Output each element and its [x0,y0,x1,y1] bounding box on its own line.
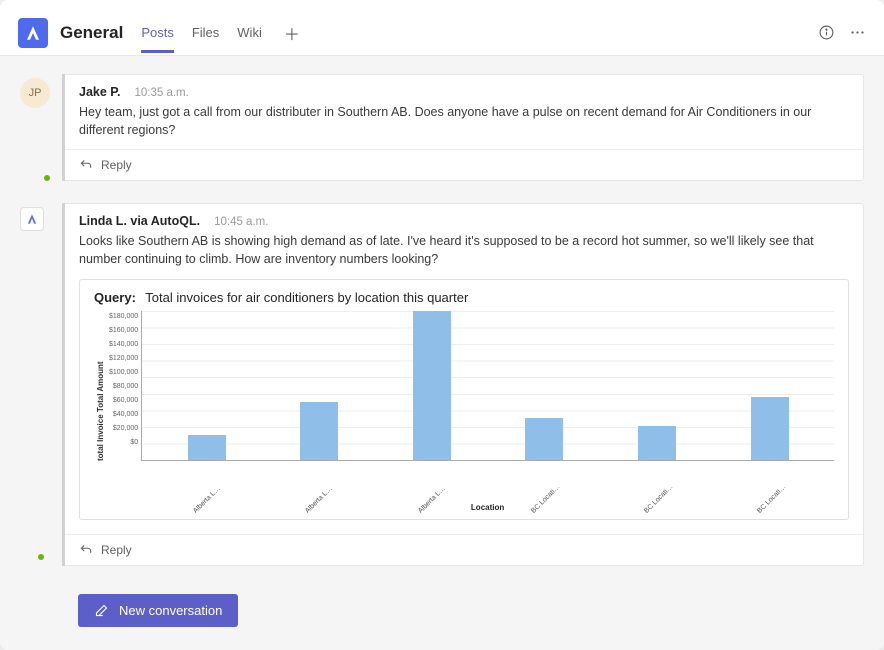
message-author: Jake P. [79,85,120,99]
message-card: Jake P. 10:35 a.m. Hey team, just got a … [65,74,864,181]
reply-icon [79,158,93,172]
reply-label: Reply [101,158,132,172]
chart-y-tick: $80,000 [109,383,138,390]
reply-button[interactable]: Reply [65,149,863,180]
app-logo-icon [24,24,42,42]
message-feed: JP Jake P. 10:35 a.m. Hey team, just got… [0,56,884,650]
chart-y-tick: $180,000 [109,313,138,320]
chart-y-ticks: $180,000 $160,000 $140,000 $120,000 $100,000… [107,311,141,471]
more-icon[interactable] [849,24,866,41]
chart-x-axis-title: Location [141,503,834,512]
reply-button[interactable]: Reply [65,534,863,565]
tab-posts[interactable]: Posts [141,13,174,53]
message-author: Linda L. via AutoQL. [79,214,200,228]
new-conversation-row: New conversation [20,588,864,633]
chart-x-tick: Alberta Locations Ca... [192,483,240,531]
message-time: 10:45 a.m. [214,216,268,228]
bot-avatar [20,207,44,231]
chart-y-tick: $40,000 [109,411,138,418]
avatar: JP [20,78,50,108]
chart-x-ticks: Alberta Locations Ca...Alberta Locations… [141,465,834,495]
message-card: Linda L. via AutoQL. 10:45 a.m. Looks li… [65,203,864,565]
chart-x-tick: BC Locations North B... [643,483,691,531]
chart-y-tick: $20,000 [109,425,138,432]
chart-bar [300,402,338,460]
chart-y-tick: $120,000 [109,355,138,362]
message-text: Looks like Southern AB is showing high d… [79,232,849,268]
compose-icon [94,603,109,618]
chart-plot [141,311,834,461]
chart-y-tick: $160,000 [109,327,138,334]
add-tab-button[interactable]: ＋ [280,13,304,53]
chart-bar [525,418,563,459]
chart-bar [413,311,451,460]
chart-bar [638,426,676,459]
header-actions [818,24,866,41]
chart-card: Query: Total invoices for air conditione… [79,279,849,520]
message-body: Linda L. via AutoQL. 10:45 a.m. Looks li… [65,204,863,533]
chart-plot-wrap: Alberta Locations Ca...Alberta Locations… [141,311,834,511]
chart-query-label: Query: [94,290,136,305]
chart-bars [142,311,834,460]
tab-files[interactable]: Files [192,13,219,53]
channel-name: General [60,23,123,43]
chart-query-row: Query: Total invoices for air conditione… [94,290,834,305]
chart-y-tick: $100,000 [109,369,138,376]
chart-x-tick: BC Locations Central... [530,483,578,531]
channel-header: General Posts Files Wiki ＋ [0,0,884,56]
chart-area: total Invoice Total Amount $180,000 $160,… [94,311,834,511]
reply-icon [79,543,93,557]
tab-wiki[interactable]: Wiki [237,13,262,53]
message-thread: Linda L. via AutoQL. 10:45 a.m. Looks li… [20,203,864,565]
bot-logo-icon [25,212,39,226]
chart-y-axis-title: total Invoice Total Amount [94,311,107,511]
message-text: Hey team, just got a call from our distr… [79,103,849,139]
message-time: 10:35 a.m. [134,87,188,99]
presence-indicator-icon [42,173,52,183]
presence-indicator-icon [36,552,46,562]
chart-y-tick: $140,000 [109,341,138,348]
new-conversation-button[interactable]: New conversation [78,594,238,627]
message-thread: JP Jake P. 10:35 a.m. Hey team, just got… [20,74,864,181]
message-column: Linda L. via AutoQL. 10:45 a.m. Looks li… [62,203,864,565]
message-body: Jake P. 10:35 a.m. Hey team, just got a … [65,75,863,149]
chart-y-tick: $0 [109,439,138,446]
chart-query-text: Total invoices for air conditioners by l… [145,290,468,305]
message-column: Jake P. 10:35 a.m. Hey team, just got a … [62,74,864,181]
chart-bar [751,397,789,459]
chart-x-tick: Alberta Locations So... [417,483,465,531]
chart-bar [188,435,226,460]
tab-bar: Posts Files Wiki ＋ [141,13,304,53]
chart-y-tick: $60,000 [109,397,138,404]
teams-window: General Posts Files Wiki ＋ JP [0,0,884,650]
reply-label: Reply [101,543,132,557]
chart-x-tick: Alberta Locations Re... [305,483,353,531]
channel-icon [18,18,48,48]
avatar-column [20,203,54,565]
info-icon[interactable] [818,24,835,41]
avatar-column: JP [20,74,54,181]
new-conversation-label: New conversation [119,603,222,618]
chart-x-tick: BC Locations South B... [756,483,804,531]
